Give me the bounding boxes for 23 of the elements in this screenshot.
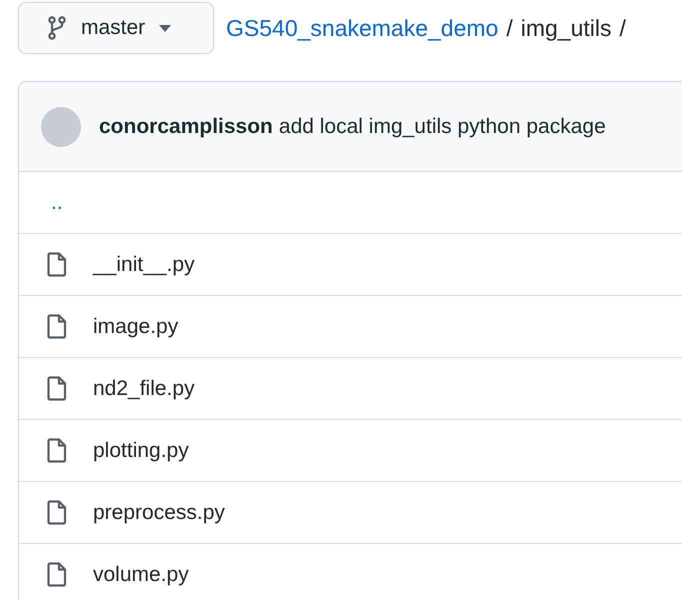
path-separator: /: [506, 14, 513, 42]
branch-icon: [47, 16, 67, 40]
avatar: [41, 106, 81, 146]
caret-icon: [159, 24, 172, 32]
file-link[interactable]: plotting.py: [93, 438, 189, 462]
file-icon: [47, 438, 67, 463]
file-link[interactable]: nd2_file.py: [93, 376, 195, 400]
repo-link[interactable]: GS540_snakemake_demo: [226, 14, 498, 42]
file-icon: [47, 562, 67, 587]
file-icon: [47, 314, 67, 339]
file-icon: [47, 252, 67, 277]
commit-message: add local img_utils python package: [278, 114, 606, 138]
file-icon: [47, 500, 67, 525]
file-link[interactable]: image.py: [93, 314, 178, 338]
folder-name: img_utils: [520, 14, 612, 42]
file-link[interactable]: volume.py: [93, 562, 189, 586]
parent-directory-link[interactable]: ..: [47, 190, 63, 214]
branch-button[interactable]: master: [18, 2, 214, 54]
path-separator: /: [620, 14, 626, 42]
commit-author[interactable]: conorcamplisson: [99, 114, 273, 138]
file-link[interactable]: preprocess.py: [93, 500, 225, 524]
file-icon: [47, 376, 67, 401]
file-link[interactable]: __init__.py: [93, 252, 195, 276]
